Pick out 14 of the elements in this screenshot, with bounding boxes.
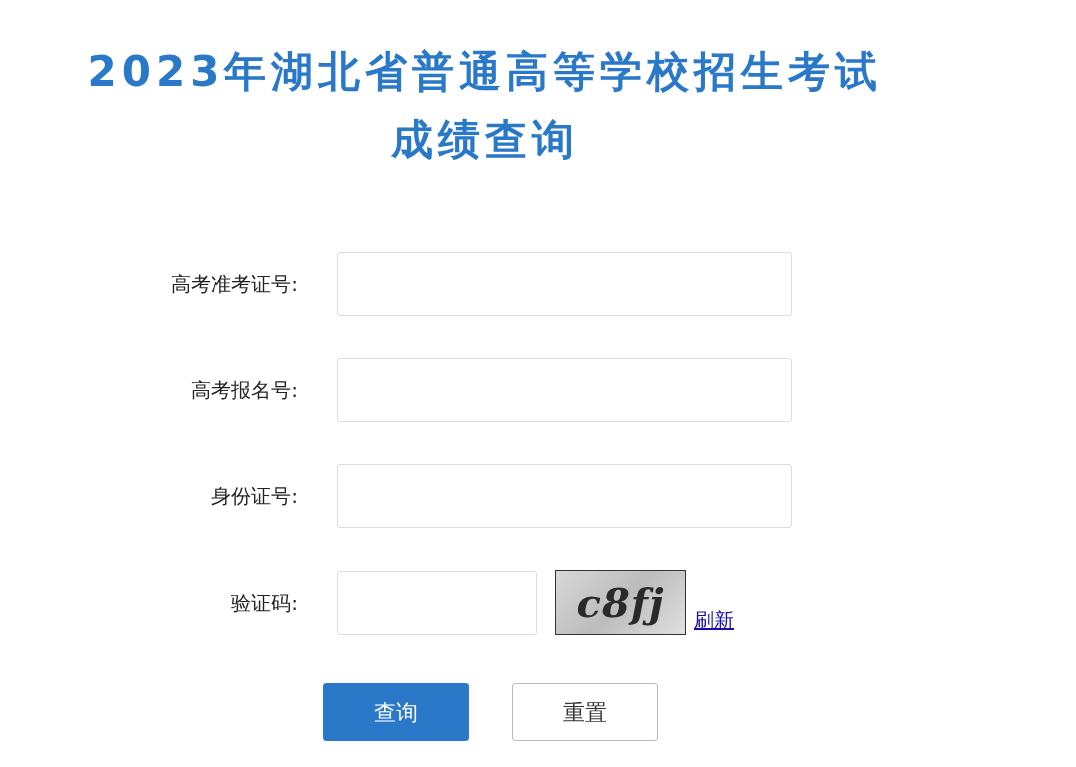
query-button[interactable]: 查询 <box>323 683 469 741</box>
field-label: 身份证号: <box>211 483 298 510</box>
input-field[interactable] <box>337 464 792 528</box>
input-field[interactable] <box>337 358 792 422</box>
reset-button[interactable]: 重置 <box>512 683 658 741</box>
page-title: 2023年湖北省普通高等学校招生考试 <box>87 46 883 98</box>
refresh-link[interactable]: 刷新 <box>694 605 734 635</box>
field-label: 验证码: <box>231 589 298 617</box>
captcha-image: c8fj <box>555 570 686 635</box>
input-field[interactable] <box>337 252 792 316</box>
field-label: 高考报名号: <box>191 377 298 404</box>
captcha-field[interactable] <box>337 570 537 635</box>
page-title: 成绩查询 <box>391 114 579 166</box>
field-label: 高考准考证号: <box>171 271 298 298</box>
